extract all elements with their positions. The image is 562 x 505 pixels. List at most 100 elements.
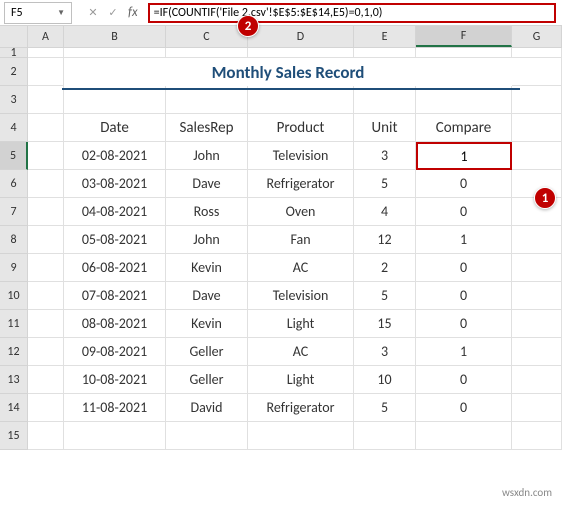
select-all-corner[interactable]	[0, 26, 28, 47]
cell[interactable]	[28, 366, 64, 394]
formula-input[interactable]: =IF(COUNTIF('File 2.csv'!$E$5:$E$14,E5)=…	[148, 3, 556, 23]
cell[interactable]	[28, 114, 64, 142]
cell[interactable]	[28, 142, 64, 170]
cell[interactable]	[28, 170, 64, 198]
col-header-f[interactable]: F	[416, 26, 512, 47]
cell-rep[interactable]: John	[166, 226, 248, 254]
cancel-formula-icon[interactable]: ✕	[84, 4, 102, 22]
cell-compare[interactable]: 0	[416, 198, 512, 226]
cell-product[interactable]: Television	[248, 282, 354, 310]
cell-date[interactable]: 06-08-2021	[64, 254, 166, 282]
cell[interactable]	[64, 86, 166, 114]
cell-rep[interactable]: Geller	[166, 366, 248, 394]
cell-date[interactable]: 02-08-2021	[64, 142, 166, 170]
cell[interactable]	[512, 366, 562, 394]
header-compare[interactable]: Compare	[416, 114, 512, 142]
cell[interactable]	[28, 310, 64, 338]
cell[interactable]	[512, 58, 562, 86]
chevron-down-icon[interactable]: ▼	[57, 8, 65, 18]
cell-compare[interactable]: 1	[416, 338, 512, 366]
cell[interactable]	[512, 114, 562, 142]
cell[interactable]	[512, 254, 562, 282]
cell-compare[interactable]: 0	[416, 394, 512, 422]
row-header-14[interactable]: 14	[0, 394, 28, 422]
cell[interactable]	[512, 282, 562, 310]
cell[interactable]	[512, 394, 562, 422]
cell[interactable]	[28, 86, 64, 114]
cell-compare[interactable]: 1	[416, 226, 512, 254]
cell[interactable]	[28, 254, 64, 282]
cell[interactable]	[28, 58, 64, 86]
cell[interactable]	[248, 86, 354, 114]
selected-cell[interactable]: 1	[416, 142, 512, 170]
cell[interactable]	[28, 48, 64, 58]
cell-product[interactable]: Light	[248, 366, 354, 394]
cell[interactable]	[166, 86, 248, 114]
cell-unit[interactable]: 5	[354, 170, 416, 198]
row-header-11[interactable]: 11	[0, 310, 28, 338]
cell-unit[interactable]: 5	[354, 282, 416, 310]
cell-date[interactable]: 11-08-2021	[64, 394, 166, 422]
cell-date[interactable]: 04-08-2021	[64, 198, 166, 226]
cell-unit[interactable]: 10	[354, 366, 416, 394]
cell[interactable]	[354, 86, 416, 114]
cell[interactable]	[512, 142, 562, 170]
cell-product[interactable]: AC	[248, 338, 354, 366]
cell-product[interactable]: Fan	[248, 226, 354, 254]
cell-product[interactable]: Light	[248, 310, 354, 338]
row-header-8[interactable]: 8	[0, 226, 28, 254]
cell[interactable]	[28, 226, 64, 254]
cell-rep[interactable]: Dave	[166, 282, 248, 310]
cell-rep[interactable]: Ross	[166, 198, 248, 226]
row-header-1[interactable]: 1	[0, 48, 28, 58]
cell-compare[interactable]: 0	[416, 254, 512, 282]
row-header-9[interactable]: 9	[0, 254, 28, 282]
cell[interactable]	[28, 198, 64, 226]
page-title[interactable]: Monthly Sales Record	[64, 58, 512, 86]
cell-unit[interactable]: 5	[354, 394, 416, 422]
cell-date[interactable]: 10-08-2021	[64, 366, 166, 394]
row-header-5[interactable]: 5	[0, 142, 28, 170]
cell-product[interactable]: Oven	[248, 198, 354, 226]
cell[interactable]	[248, 422, 354, 450]
cell-rep[interactable]: Dave	[166, 170, 248, 198]
cell-compare[interactable]: 0	[416, 310, 512, 338]
cell-unit[interactable]: 3	[354, 142, 416, 170]
cell[interactable]	[416, 422, 512, 450]
cell[interactable]	[512, 338, 562, 366]
cell-rep[interactable]: Kevin	[166, 310, 248, 338]
cell-unit[interactable]: 4	[354, 198, 416, 226]
cell-unit[interactable]: 2	[354, 254, 416, 282]
cell[interactable]	[512, 310, 562, 338]
name-box[interactable]: F5 ▼	[4, 2, 72, 24]
cell[interactable]	[28, 282, 64, 310]
cell-product[interactable]: Refrigerator	[248, 170, 354, 198]
cell[interactable]	[512, 48, 562, 58]
cell[interactable]	[248, 48, 354, 58]
cell-unit[interactable]: 15	[354, 310, 416, 338]
cell[interactable]	[416, 86, 512, 114]
cell-date[interactable]: 07-08-2021	[64, 282, 166, 310]
cell-rep[interactable]: Kevin	[166, 254, 248, 282]
header-unit[interactable]: Unit	[354, 114, 416, 142]
cell-compare[interactable]: 0	[416, 282, 512, 310]
cell-compare[interactable]: 0	[416, 170, 512, 198]
header-rep[interactable]: SalesRep	[166, 114, 248, 142]
col-header-c[interactable]: C	[166, 26, 248, 47]
cell[interactable]	[354, 422, 416, 450]
row-header-2[interactable]: 2	[0, 58, 28, 86]
cell-product[interactable]: AC	[248, 254, 354, 282]
cell[interactable]	[28, 338, 64, 366]
cell-compare[interactable]: 0	[416, 366, 512, 394]
col-header-a[interactable]: A	[28, 26, 64, 47]
cell[interactable]	[416, 48, 512, 58]
cell[interactable]	[512, 422, 562, 450]
row-header-10[interactable]: 10	[0, 282, 28, 310]
cell[interactable]	[28, 422, 64, 450]
cell-date[interactable]: 05-08-2021	[64, 226, 166, 254]
cell-rep[interactable]: John	[166, 142, 248, 170]
row-header-6[interactable]: 6	[0, 170, 28, 198]
cell-unit[interactable]: 3	[354, 338, 416, 366]
cell-rep[interactable]: Geller	[166, 338, 248, 366]
cell-date[interactable]: 09-08-2021	[64, 338, 166, 366]
